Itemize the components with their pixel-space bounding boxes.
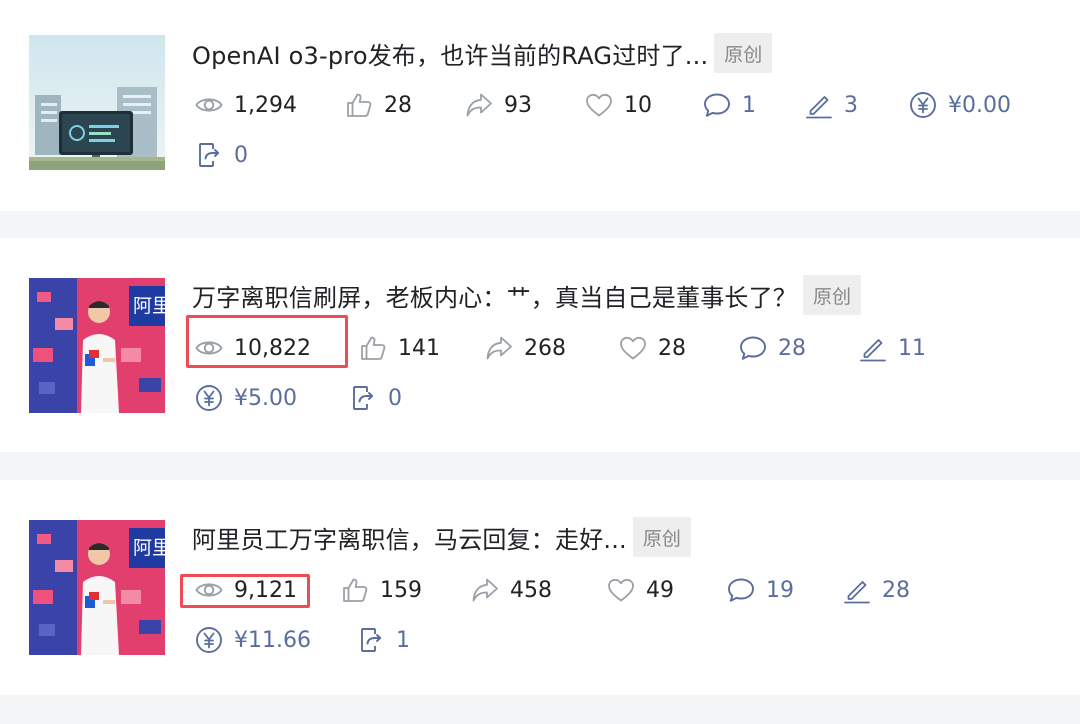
favorites-count: 10: [624, 92, 652, 118]
shares-count: 458: [510, 577, 552, 603]
eye-icon: [194, 90, 224, 120]
comments-count: 28: [778, 335, 806, 361]
favorites-stat: 49: [606, 573, 674, 607]
views-count: 1,294: [234, 92, 297, 118]
comment-icon: [702, 90, 732, 120]
shares-stat: 458: [470, 573, 552, 607]
thumbs-up-icon: [358, 333, 388, 363]
favorites-stat: 28: [618, 331, 686, 365]
edits-stat[interactable]: 3: [804, 88, 858, 122]
views-stat: 1,294: [194, 88, 297, 122]
favorites-count: 49: [646, 577, 674, 603]
article-title[interactable]: OpenAI o3-pro发布，也许当前的RAG过时了...: [192, 36, 708, 71]
shares-stat: 93: [464, 88, 532, 122]
views-stat: 9,121: [194, 573, 297, 607]
earnings-amount: ¥0.00: [948, 92, 1011, 118]
likes-stat: 28: [344, 88, 412, 122]
original-tag: 原创: [632, 517, 691, 557]
eye-icon: [194, 333, 224, 363]
eye-icon: [194, 575, 224, 605]
pen-icon: [858, 333, 888, 363]
export-icon: [194, 140, 224, 170]
yen-icon: [194, 383, 224, 413]
comments-stat[interactable]: 19: [726, 573, 794, 607]
share-icon: [464, 90, 494, 120]
edits-count: 28: [882, 577, 910, 603]
pen-icon: [804, 90, 834, 120]
article-title-row: 阿里员工万字离职信，马云回复：走好... 原创: [192, 517, 691, 557]
favorites-stat: 10: [584, 88, 652, 122]
views-count: 10,822: [234, 335, 311, 361]
comments-count: 1: [742, 92, 756, 118]
likes-stat: 159: [340, 573, 422, 607]
comments-stat[interactable]: 28: [738, 331, 806, 365]
likes-count: 28: [384, 92, 412, 118]
export-count: 0: [388, 385, 402, 411]
pen-icon: [842, 575, 872, 605]
article-title[interactable]: 阿里员工万字离职信，马云回复：走好...: [192, 520, 627, 555]
article-title-row: 万字离职信刷屏，老板内心：艹，真当自己是董事长了？ 原创: [192, 275, 862, 315]
original-tag: 原创: [803, 275, 862, 315]
edits-count: 11: [898, 335, 926, 361]
likes-count: 141: [398, 335, 440, 361]
svg-text:阿里: 阿里: [133, 295, 165, 317]
shares-count: 93: [504, 92, 532, 118]
article-thumbnail[interactable]: 阿里: [29, 520, 165, 655]
earnings-amount: ¥5.00: [234, 385, 297, 411]
thumbs-up-icon: [344, 90, 374, 120]
article-title-row: OpenAI o3-pro发布，也许当前的RAG过时了... 原创: [192, 33, 773, 73]
comments-stat[interactable]: 1: [702, 88, 756, 122]
edits-stat[interactable]: 28: [842, 573, 910, 607]
original-tag: 原创: [714, 33, 773, 73]
heart-icon: [606, 575, 636, 605]
shares-stat: 268: [484, 331, 566, 365]
likes-count: 159: [380, 577, 422, 603]
yen-icon: [194, 625, 224, 655]
views-count: 9,121: [234, 577, 297, 603]
export-stat[interactable]: 0: [348, 381, 402, 415]
earnings-stat[interactable]: ¥5.00: [194, 381, 297, 415]
article-card[interactable]: 阿里 万字离职信刷屏，老板内心：艹，真当自己是董事长了？ 原创 10,822 1…: [0, 238, 1080, 452]
edits-stat[interactable]: 11: [858, 331, 926, 365]
comment-icon: [738, 333, 768, 363]
article-title[interactable]: 万字离职信刷屏，老板内心：艹，真当自己是董事长了？: [192, 278, 797, 313]
edits-count: 3: [844, 92, 858, 118]
article-card[interactable]: 阿里 阿里员工万字离职信，马云回复：走好... 原创 9,121 159 458…: [0, 480, 1080, 695]
svg-text:阿里: 阿里: [133, 537, 165, 559]
export-count: 1: [396, 627, 410, 653]
export-stat[interactable]: 1: [356, 623, 410, 657]
export-count: 0: [234, 142, 248, 168]
earnings-stat[interactable]: ¥0.00: [908, 88, 1011, 122]
heart-icon: [618, 333, 648, 363]
views-stat: 10,822: [194, 331, 311, 365]
favorites-count: 28: [658, 335, 686, 361]
export-icon: [356, 625, 386, 655]
shares-count: 268: [524, 335, 566, 361]
heart-icon: [584, 90, 614, 120]
thumbs-up-icon: [340, 575, 370, 605]
yen-icon: [908, 90, 938, 120]
article-thumbnail[interactable]: [29, 35, 165, 170]
earnings-amount: ¥11.66: [234, 627, 311, 653]
share-icon: [470, 575, 500, 605]
likes-stat: 141: [358, 331, 440, 365]
export-stat[interactable]: 0: [194, 138, 248, 172]
article-thumbnail[interactable]: 阿里: [29, 278, 165, 413]
comment-icon: [726, 575, 756, 605]
article-card[interactable]: OpenAI o3-pro发布，也许当前的RAG过时了... 原创 1,294 …: [0, 0, 1080, 211]
share-icon: [484, 333, 514, 363]
comments-count: 19: [766, 577, 794, 603]
export-icon: [348, 383, 378, 413]
earnings-stat[interactable]: ¥11.66: [194, 623, 311, 657]
